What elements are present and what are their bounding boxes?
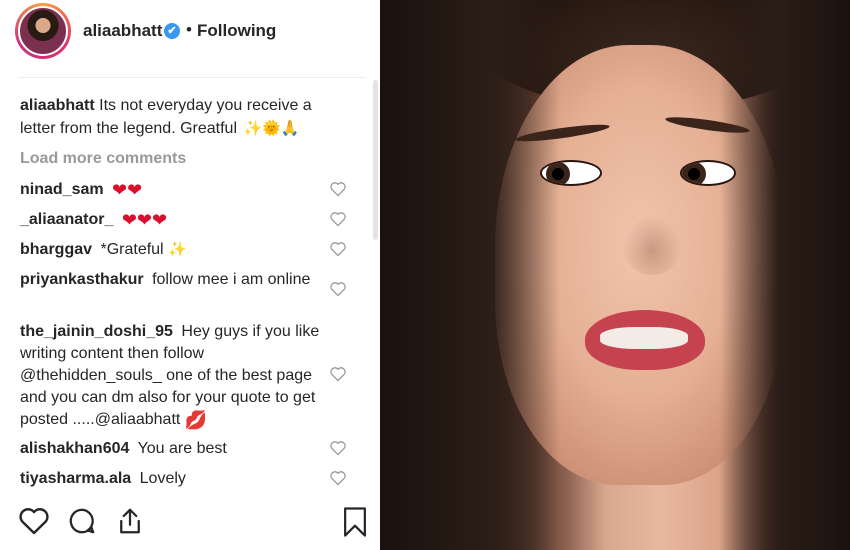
photo-hair-right	[720, 0, 850, 550]
photo-eye-right	[680, 160, 736, 186]
comment-hearts: ❤❤	[112, 179, 143, 200]
post-action-bar	[0, 506, 380, 546]
comment-emoji: 💋	[184, 409, 208, 430]
comment-like-heart-icon[interactable]	[329, 211, 347, 227]
comment-hearts: ❤❤❤	[121, 209, 168, 230]
comment-like-heart-icon[interactable]	[329, 281, 347, 297]
photo-iris-left	[546, 162, 570, 184]
heart-icon[interactable]	[18, 506, 50, 536]
photo-eye-left	[540, 160, 602, 186]
comment-text: follow mee i am online	[152, 271, 311, 288]
post-caption: aliaabhatt Its not everyday you receive …	[20, 94, 340, 140]
comment-text: *Grateful	[100, 241, 164, 258]
post-photo	[380, 0, 850, 550]
avatar-ring[interactable]	[15, 3, 71, 59]
comment-like-heart-icon[interactable]	[329, 470, 347, 486]
scrollbar[interactable]	[373, 80, 378, 240]
photo-iris-right	[682, 162, 706, 184]
avatar	[18, 6, 68, 56]
comment-username[interactable]: tiyasharma.ala	[20, 470, 131, 487]
following-button[interactable]: Following	[197, 21, 276, 41]
comment-like-heart-icon[interactable]	[329, 440, 347, 456]
caption-username[interactable]: aliaabhatt	[20, 97, 95, 114]
comment-username[interactable]: the_jainin_doshi_95	[20, 323, 173, 340]
comment-item: priyankasthakur follow mee i am online	[20, 269, 330, 291]
photo-teeth	[600, 327, 688, 349]
comment-username[interactable]: _aliaanator_	[20, 211, 113, 228]
post-header: aliaabhatt ✔ • Following	[0, 0, 380, 75]
comment-like-heart-icon[interactable]	[329, 241, 347, 257]
post-comments-panel: aliaabhatt ✔ • Following aliaabhatt Its …	[0, 0, 380, 550]
header-divider	[18, 77, 366, 78]
comment-item: tiyasharma.ala Lovely	[20, 468, 330, 490]
verified-badge-icon: ✔	[164, 23, 180, 39]
comment-item: _aliaanator_ ❤❤❤	[20, 209, 330, 231]
comment-username[interactable]: alishakhan604	[20, 440, 129, 457]
separator-dot: •	[186, 20, 192, 39]
comment-like-heart-icon[interactable]	[329, 366, 347, 382]
comment-like-heart-icon[interactable]	[329, 181, 347, 197]
photo-nose	[622, 215, 682, 275]
load-more-comments-link[interactable]: Load more comments	[20, 150, 186, 168]
comment-item: ninad_sam ❤❤	[20, 179, 330, 201]
comment-item: the_jainin_doshi_95 Hey guys if you like…	[20, 321, 330, 431]
comment-text: You are best	[137, 440, 227, 457]
comment-username[interactable]: priyankasthakur	[20, 271, 144, 288]
comment-item: bharggav *Grateful ✨	[20, 239, 330, 261]
comment-item: alishakhan604 You are best	[20, 438, 330, 460]
bookmark-icon[interactable]	[340, 506, 370, 538]
comment-emoji: ✨	[168, 241, 187, 258]
photo-hair-left	[380, 0, 560, 550]
comment-icon[interactable]	[66, 506, 98, 536]
header-username[interactable]: aliaabhatt	[83, 21, 162, 41]
comment-text: Lovely	[139, 470, 186, 487]
comment-username[interactable]: ninad_sam	[20, 181, 104, 198]
caption-emojis: ✨🌞🙏	[243, 120, 300, 137]
comment-username[interactable]: bharggav	[20, 241, 92, 258]
share-icon[interactable]	[115, 506, 145, 536]
